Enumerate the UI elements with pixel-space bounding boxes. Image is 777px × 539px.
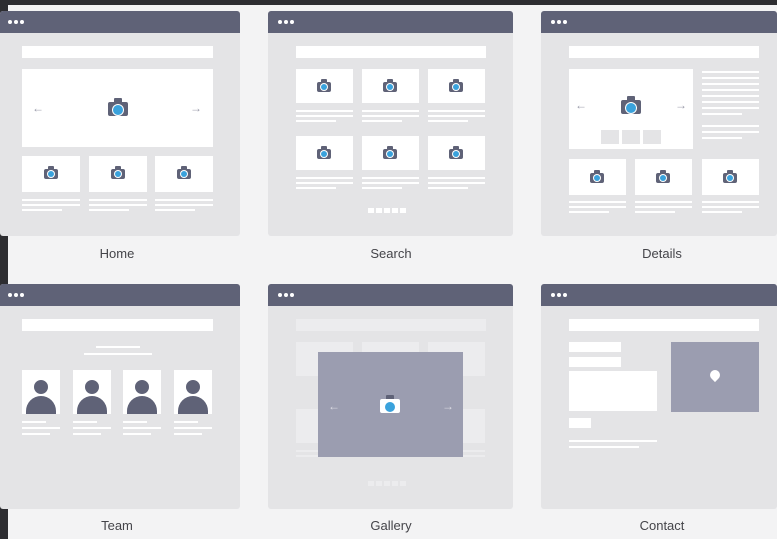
header-bar — [569, 46, 759, 58]
team-member-card[interactable] — [123, 370, 161, 414]
team-window — [0, 284, 240, 509]
person-icon — [186, 380, 200, 394]
result-tile[interactable] — [296, 136, 353, 170]
camera-icon — [656, 170, 670, 183]
camera-icon — [177, 166, 191, 179]
person-icon — [135, 380, 149, 394]
camera-icon — [108, 98, 128, 116]
contact-window — [541, 284, 777, 509]
related-tile[interactable] — [702, 159, 759, 195]
camera-icon — [449, 146, 463, 159]
team-member-card[interactable] — [22, 370, 60, 414]
map-pin-icon — [707, 367, 723, 383]
camera-icon — [44, 166, 58, 179]
camera-icon — [317, 79, 331, 92]
arrow-left-icon[interactable]: ← — [575, 99, 587, 111]
header-bar — [22, 319, 213, 331]
home-window: ← → — [0, 11, 240, 236]
thumbnail — [22, 156, 80, 192]
window-titlebar — [541, 11, 777, 33]
window-titlebar — [0, 284, 240, 306]
team-member-card[interactable] — [73, 370, 111, 414]
camera-icon — [723, 170, 737, 183]
frame-border-top — [0, 0, 777, 5]
related-tile[interactable] — [569, 159, 626, 195]
form-label — [569, 357, 621, 367]
gallery-window: ← → — [268, 284, 513, 509]
team-member-card[interactable] — [174, 370, 212, 414]
result-tile[interactable] — [362, 136, 419, 170]
window-titlebar — [541, 284, 777, 306]
caption-gallery: Gallery — [370, 518, 412, 533]
result-tile[interactable] — [428, 136, 485, 170]
caption-team: Team — [101, 518, 133, 533]
arrow-left-icon[interactable]: ← — [328, 400, 340, 412]
search-window — [268, 11, 513, 236]
pagination[interactable] — [368, 208, 413, 214]
caption-contact: Contact — [639, 518, 685, 533]
person-icon — [85, 380, 99, 394]
camera-icon — [111, 166, 125, 179]
camera-icon — [380, 395, 400, 413]
camera-icon — [621, 96, 641, 114]
thumbnail — [89, 156, 147, 192]
arrow-right-icon[interactable]: → — [675, 99, 687, 111]
result-tile[interactable] — [296, 69, 353, 103]
arrow-right-icon[interactable]: → — [190, 102, 202, 114]
camera-icon — [590, 170, 604, 183]
window-titlebar — [0, 11, 240, 33]
gallery-lightbox[interactable]: ← → — [318, 352, 463, 457]
caption-search: Search — [370, 246, 412, 261]
submit-button[interactable] — [569, 418, 591, 428]
detail-image[interactable]: ← → — [569, 69, 693, 149]
arrow-right-icon[interactable]: → — [442, 400, 454, 412]
map[interactable] — [671, 342, 759, 412]
pagination[interactable] — [368, 481, 413, 487]
camera-icon — [383, 146, 397, 159]
form-label — [569, 342, 621, 352]
camera-icon — [317, 146, 331, 159]
thumbnail — [155, 156, 213, 192]
window-titlebar — [268, 11, 513, 33]
window-titlebar — [268, 284, 513, 306]
header-bar — [569, 319, 759, 331]
header-bar — [22, 46, 213, 58]
camera-icon — [449, 79, 463, 92]
related-tile[interactable] — [635, 159, 692, 195]
result-tile[interactable] — [362, 69, 419, 103]
camera-icon — [383, 79, 397, 92]
caption-details: Details — [642, 246, 682, 261]
arrow-left-icon[interactable]: ← — [32, 102, 44, 114]
caption-home: Home — [99, 246, 135, 261]
person-icon — [34, 380, 48, 394]
header-bar — [296, 46, 486, 58]
hero-carousel[interactable]: ← → — [22, 69, 213, 147]
details-window: ← → — [541, 11, 777, 236]
message-field[interactable] — [569, 371, 657, 411]
result-tile[interactable] — [428, 69, 485, 103]
